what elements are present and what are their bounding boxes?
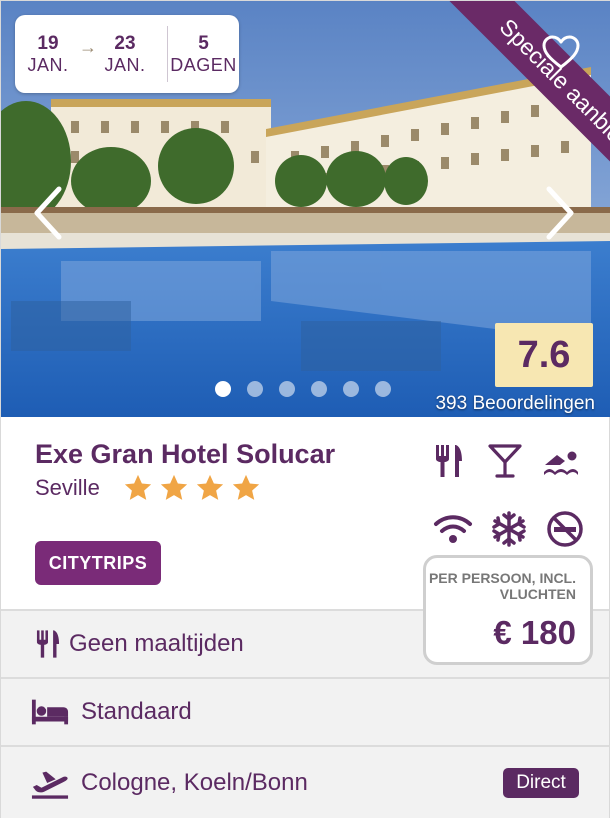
departure-day: 19: [37, 32, 59, 54]
return-month: JAN.: [104, 54, 146, 75]
trip-duration: 5 DAGEN: [168, 33, 239, 76]
star-icon: [160, 474, 188, 500]
duration-count: 5: [198, 32, 209, 54]
date-arrow-icon: →: [79, 36, 97, 57]
carousel-indicators: [215, 381, 391, 397]
carousel-dot[interactable]: [279, 381, 295, 397]
departure-month: JAN.: [27, 54, 69, 75]
restaurant-icon: [436, 445, 462, 477]
star-rating: [123, 473, 261, 503]
bed-icon: [31, 699, 69, 725]
hotel-name[interactable]: Exe Gran Hotel Solucar: [35, 439, 335, 470]
bar-cocktail-icon: [488, 444, 522, 478]
departure-airport-label: Cologne, Koeln/Bonn: [81, 769, 308, 796]
star-icon: [196, 474, 224, 500]
star-icon: [232, 474, 260, 500]
review-count[interactable]: 393 Beoordelingen: [435, 393, 595, 415]
hotel-city: Seville: [35, 475, 100, 500]
direct-flight-badge: Direct: [503, 768, 579, 798]
travel-dates-box[interactable]: 19 JAN. → 23 JAN. 5 DAGEN: [15, 15, 239, 93]
return-date: 23 JAN.: [97, 33, 153, 76]
airplane-departure-icon: [31, 771, 69, 799]
departure-date: 19 JAN.: [17, 33, 79, 76]
price-note: PER PERSOON, INCL. VLUCHTEN: [428, 570, 576, 602]
heart-outline-icon[interactable]: [541, 33, 581, 73]
rating-score: 7.6: [495, 323, 593, 387]
price-value: € 180: [493, 614, 576, 651]
carousel-dot[interactable]: [215, 381, 231, 397]
duration-label: DAGEN: [170, 54, 237, 75]
carousel-dot[interactable]: [247, 381, 263, 397]
swimming-icon: [544, 451, 578, 475]
return-day: 23: [114, 32, 136, 54]
chevron-right-icon[interactable]: [543, 185, 577, 241]
room-type-label: Standaard: [81, 698, 192, 725]
hotel-photo-carousel[interactable]: 19 JAN. → 23 JAN. 5 DAGEN Speciale aanbi…: [1, 1, 610, 417]
chevron-left-icon[interactable]: [31, 185, 65, 241]
category-badge[interactable]: CITYTRIPS: [35, 541, 161, 585]
flight-row: Cologne, Koeln/Bonn Direct: [1, 745, 609, 818]
promo-ribbon-label: Speciale aanbieding: [447, 1, 610, 211]
room-type-row: Standaard: [1, 677, 609, 745]
air-conditioning-icon: [492, 511, 526, 547]
carousel-dot[interactable]: [343, 381, 359, 397]
carousel-dot[interactable]: [375, 381, 391, 397]
hotel-card[interactable]: 19 JAN. → 23 JAN. 5 DAGEN Speciale aanbi…: [0, 0, 610, 818]
star-icon: [124, 474, 152, 500]
meal-plan-label: Geen maaltijden: [69, 630, 244, 657]
no-smoking-icon: [547, 511, 583, 547]
carousel-dot[interactable]: [311, 381, 327, 397]
cutlery-icon: [36, 630, 60, 658]
wifi-icon: [434, 515, 472, 543]
price-box[interactable]: PER PERSOON, INCL. VLUCHTEN € 180: [423, 555, 593, 665]
